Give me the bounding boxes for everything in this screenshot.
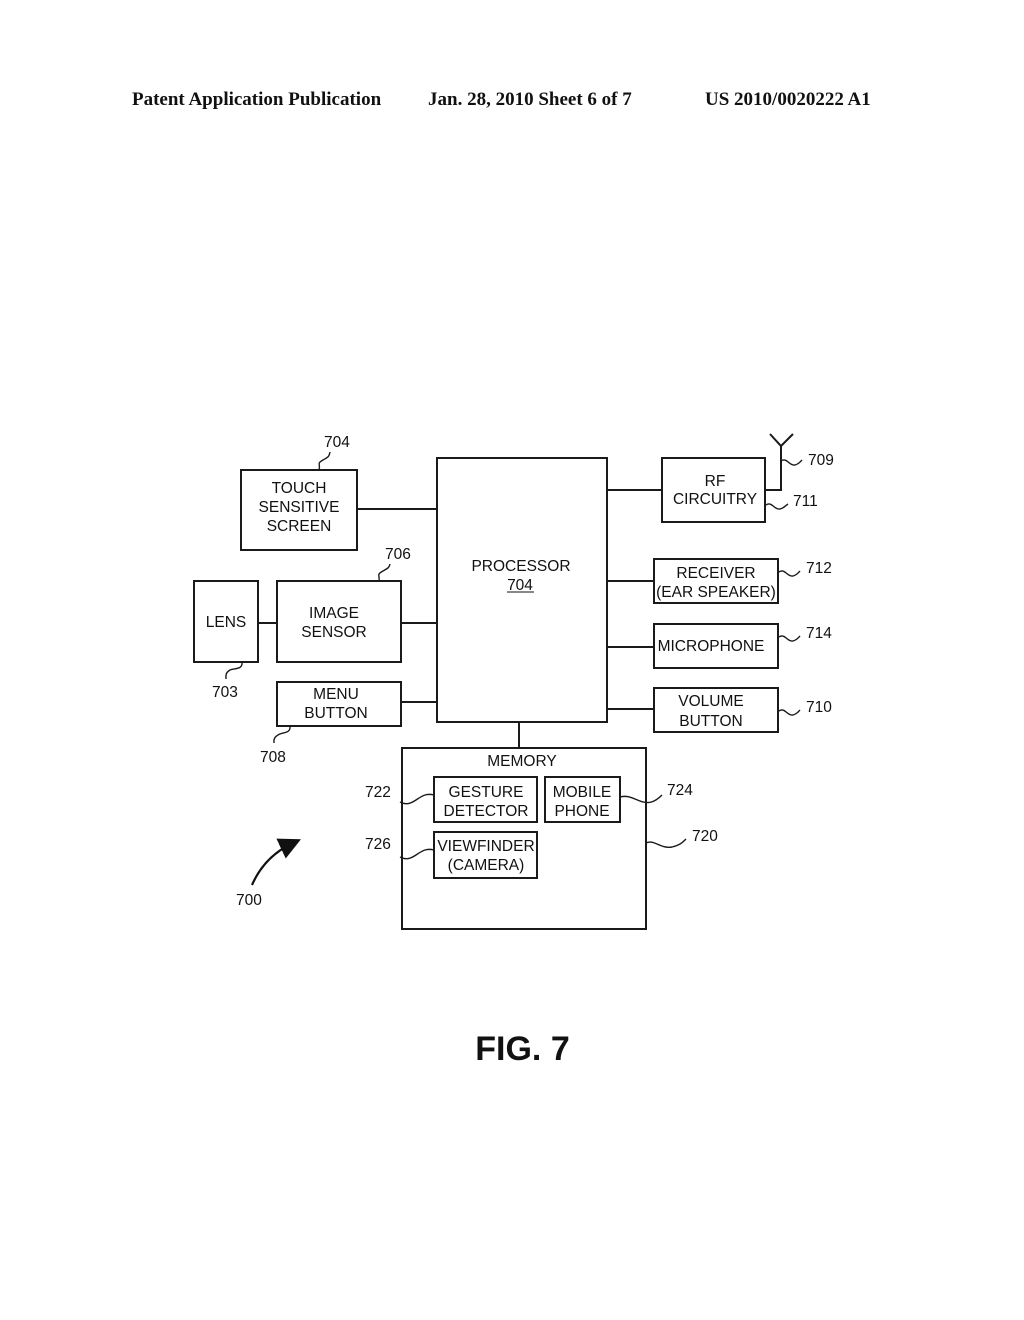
microphone-label: MICROPHONE [658, 638, 765, 655]
mobile-phone-leader [619, 794, 663, 804]
touch-screen-line-3: SCREEN [267, 518, 332, 535]
receiver-leader [778, 570, 801, 577]
processor-label: PROCESSOR [471, 558, 570, 575]
menu-button-block: MENU BUTTON [276, 681, 402, 727]
mobile-phone-ref: 724 [667, 782, 693, 799]
antenna-leader [780, 459, 803, 466]
gesture-detector-ref: 722 [365, 784, 391, 801]
lens-leader [225, 661, 243, 680]
overall-ref-arrow-icon [250, 838, 301, 886]
gesture-detector-block: GESTURE DETECTOR [433, 776, 538, 823]
touch-screen-line-1: TOUCH [272, 480, 327, 497]
rf-circuitry-ref: 711 [793, 493, 818, 510]
viewfinder-leader [399, 848, 435, 860]
lens-ref: 703 [212, 684, 238, 701]
receiver-line-1: RECEIVER [676, 565, 755, 582]
lens-block: LENS [193, 580, 259, 663]
microphone-block: MICROPHONE [653, 623, 779, 669]
image-sensor-ref: 706 [385, 546, 411, 563]
receiver-block: RECEIVER (EAR SPEAKER) [653, 558, 779, 604]
mobile-phone-block: MOBILE PHONE [544, 776, 621, 823]
volume-button-line-2: BUTTON [679, 713, 742, 730]
menu-button-line-2: BUTTON [304, 705, 367, 722]
processor-ref: 704 [507, 577, 533, 594]
menu-button-line-1: MENU [313, 686, 359, 703]
memory-ref: 720 [692, 828, 718, 845]
volume-button-line-1: VOLUME [678, 693, 743, 710]
lens-label: LENS [206, 614, 247, 631]
overall-ref: 700 [236, 892, 262, 909]
viewfinder-line-1: VIEWFINDER [437, 838, 534, 855]
touch-screen-line-2: SENSITIVE [259, 499, 340, 516]
menu-button-leader [273, 725, 291, 744]
touch-screen-ref: 704 [324, 434, 350, 451]
memory-leader [645, 838, 687, 848]
image-sensor-line-1: IMAGE [309, 605, 359, 622]
gesture-detector-line-1: GESTURE [449, 784, 524, 801]
menu-button-ref: 708 [260, 749, 286, 766]
figure-caption: FIG. 7 [475, 1030, 570, 1068]
rf-circuitry-leader [765, 503, 789, 510]
touch-sensitive-screen-block: TOUCH SENSITIVE SCREEN [240, 469, 358, 551]
processor-block: PROCESSOR 704 [436, 457, 608, 723]
block-diagram: TOUCH SENSITIVE SCREEN 704 LENS 703 IMAG… [193, 433, 834, 930]
volume-button-leader [778, 709, 801, 716]
viewfinder-block: VIEWFINDER (CAMERA) [433, 831, 538, 879]
volume-button-block: VOLUME BUTTON [653, 687, 779, 733]
image-sensor-leader [378, 563, 391, 582]
antenna-ref: 709 [808, 452, 834, 469]
image-sensor-line-2: SENSOR [301, 624, 366, 641]
viewfinder-line-2: (CAMERA) [448, 857, 525, 874]
gesture-detector-line-2: DETECTOR [444, 803, 529, 820]
rf-circuitry-line-2: CIRCUITRY [673, 491, 757, 508]
receiver-ref: 712 [806, 560, 832, 577]
receiver-line-2: (EAR SPEAKER) [656, 584, 776, 601]
mobile-phone-line-1: MOBILE [553, 784, 612, 801]
rf-circuitry-block: RF CIRCUITRY [661, 457, 766, 523]
gesture-detector-leader [399, 793, 435, 805]
microphone-leader [778, 635, 801, 642]
memory-label: MEMORY [487, 753, 556, 770]
microphone-ref: 714 [806, 625, 832, 642]
touch-screen-leader [318, 451, 331, 471]
viewfinder-ref: 726 [365, 836, 391, 853]
image-sensor-block: IMAGE SENSOR [276, 580, 402, 663]
mobile-phone-line-2: PHONE [554, 803, 609, 820]
volume-button-ref: 710 [806, 699, 832, 716]
rf-circuitry-line-1: RF [705, 473, 726, 490]
